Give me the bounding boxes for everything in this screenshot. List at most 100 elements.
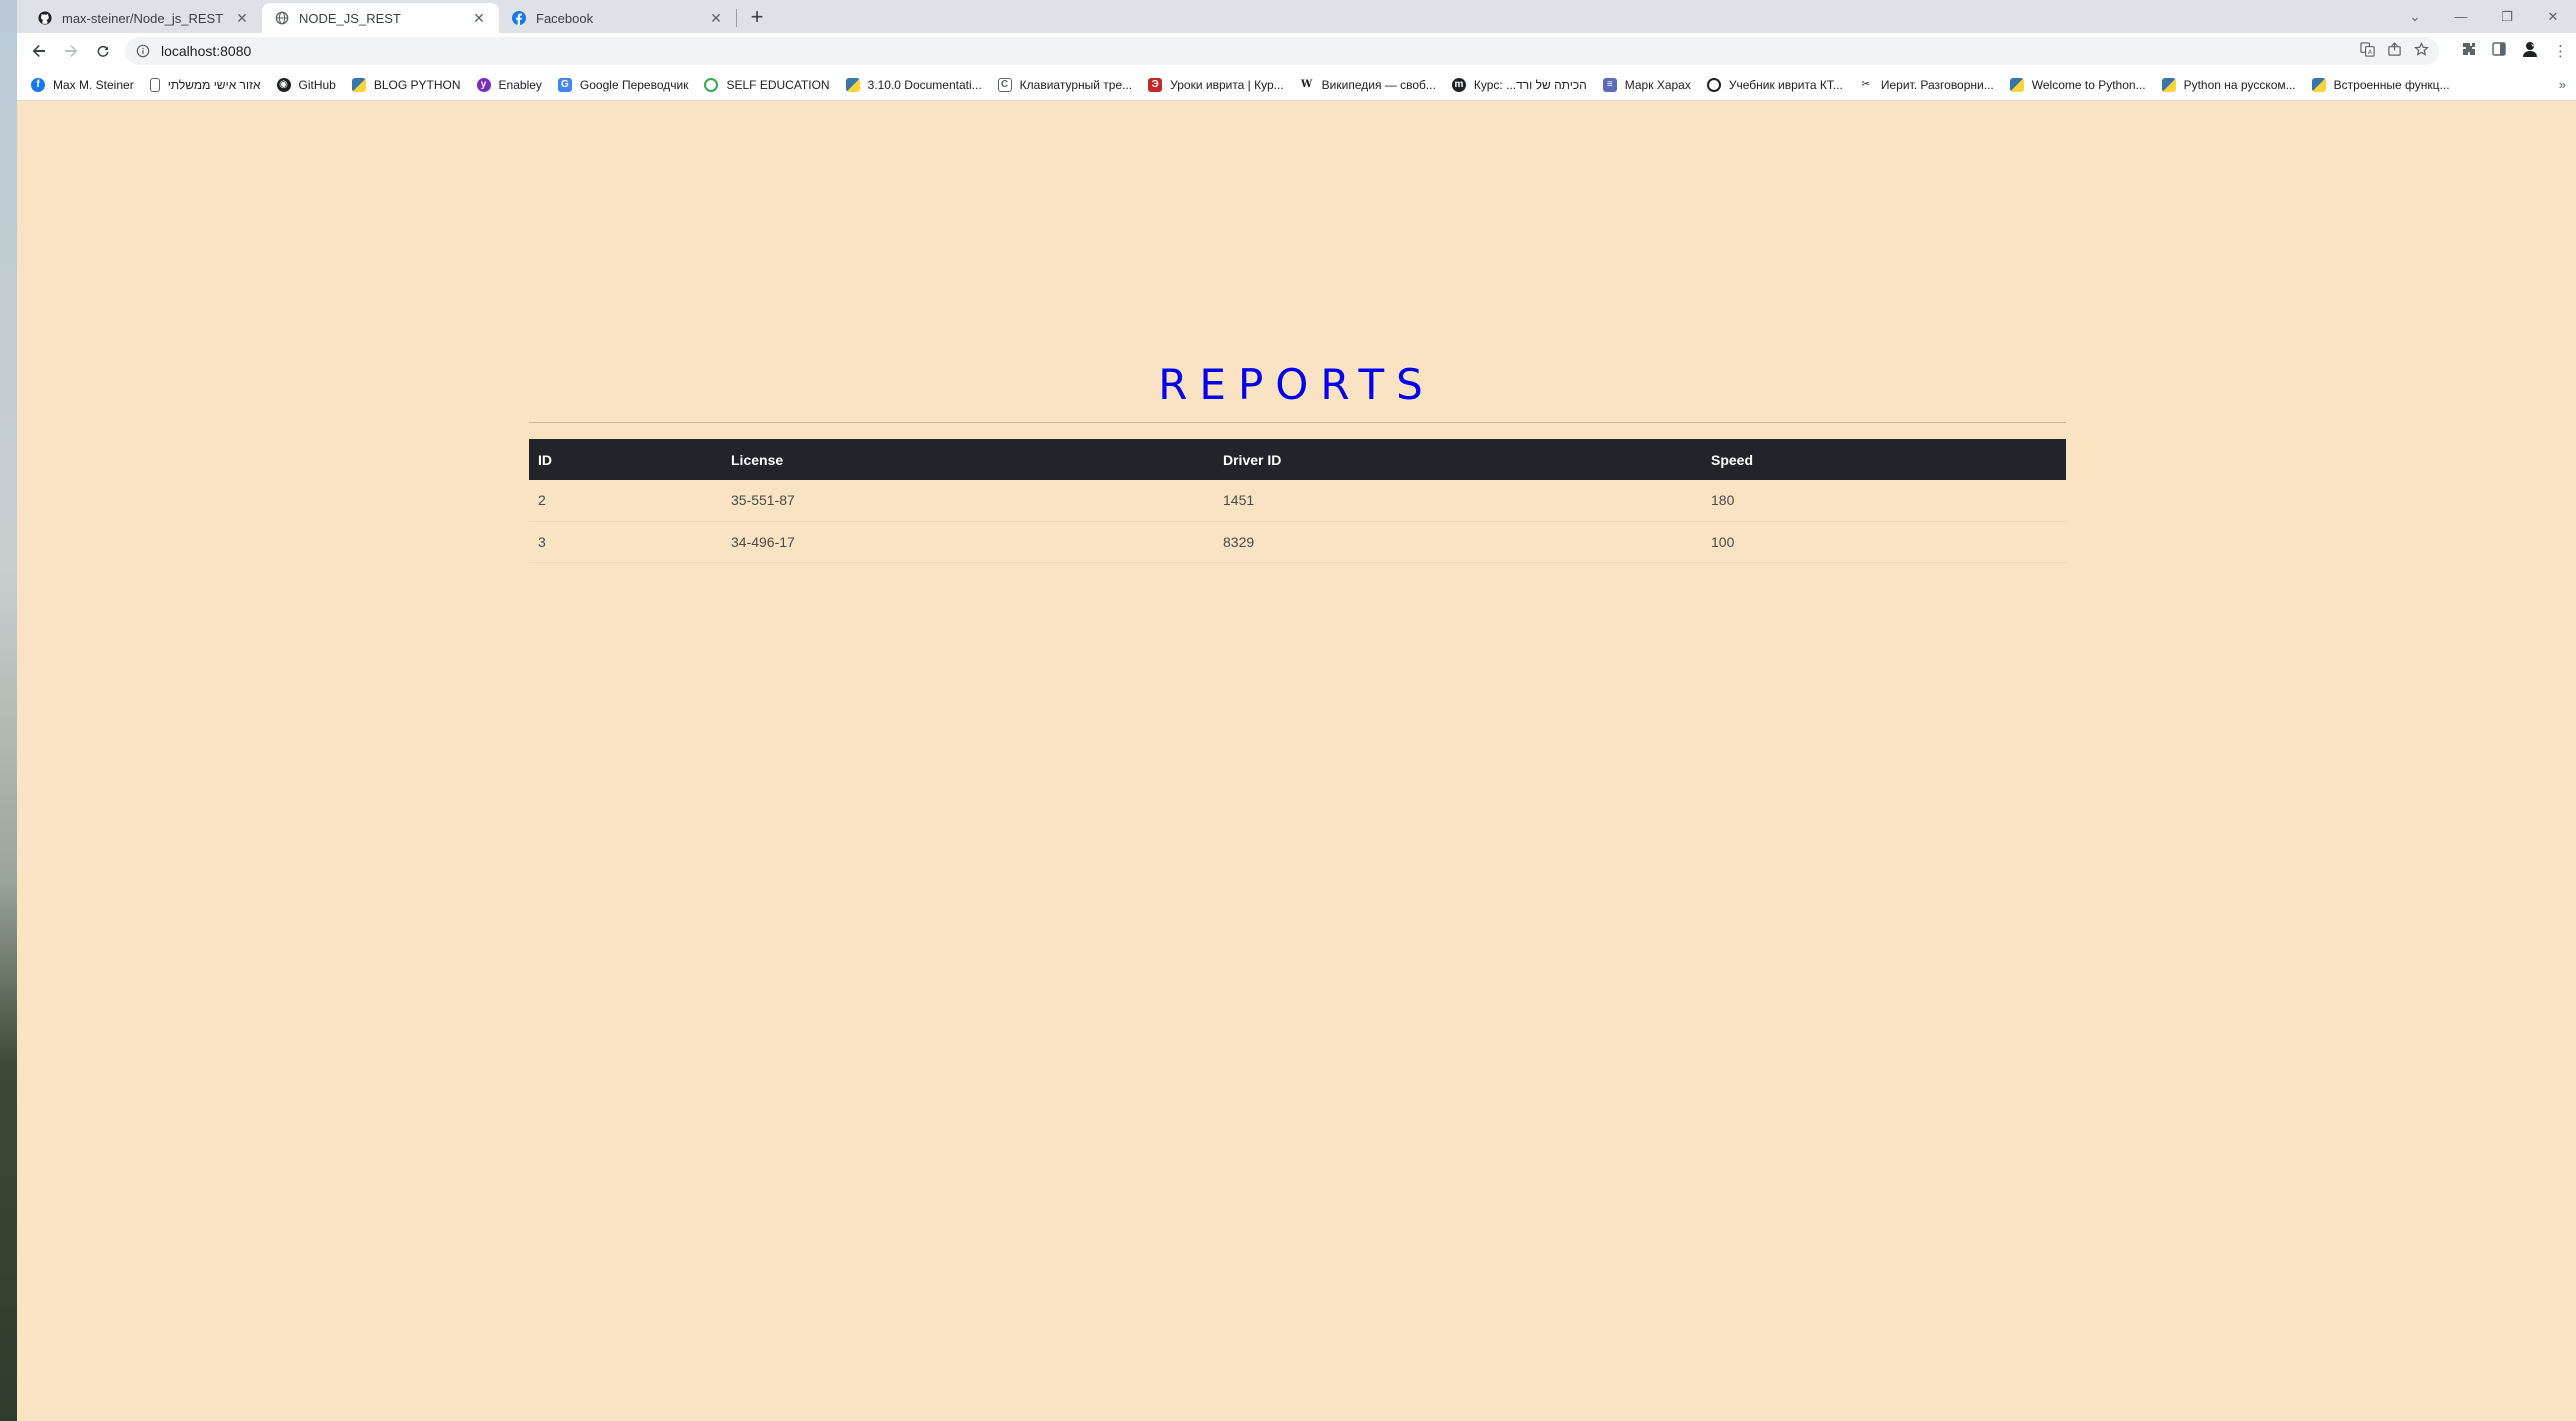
bookmark-item[interactable]: SELF EDUCATION <box>704 77 830 92</box>
wikipedia-icon: W <box>1301 79 1313 90</box>
desktop-background <box>0 0 17 1421</box>
table-row: 3 34-496-17 8329 100 <box>529 521 2066 563</box>
reload-icon[interactable] <box>89 37 117 65</box>
browser-window: max-steiner/Node_js_REST ✕ NODE_JS_REST … <box>17 0 2576 1421</box>
copyright-icon: C <box>997 77 1012 92</box>
bookmark-item[interactable]: Учебник иврита КТ... <box>1706 77 1843 92</box>
bookmark-label: BLOG PYTHON <box>373 77 461 92</box>
bookmark-item[interactable]: ≡ Марк Харах <box>1602 77 1691 92</box>
info-icon[interactable] <box>135 43 151 59</box>
close-icon[interactable]: ✕ <box>708 10 724 26</box>
bookmark-label: Марк Харах <box>1624 77 1691 92</box>
globe-icon <box>1706 77 1721 92</box>
bookmark-item[interactable]: y Enabley <box>476 77 542 92</box>
python-icon <box>2009 77 2024 92</box>
tab-separator <box>736 9 737 27</box>
tab-github[interactable]: max-steiner/Node_js_REST ✕ <box>25 3 262 33</box>
globe-icon <box>704 77 719 92</box>
bookmark-item[interactable]: אזור אישי ממשלתי <box>149 77 261 92</box>
bookmark-item[interactable]: W Википедия — своб... <box>1300 78 1436 92</box>
close-window-icon[interactable]: ✕ <box>2530 9 2576 25</box>
cell-driver-id: 1451 <box>1214 480 1702 522</box>
facebook-icon <box>511 10 527 26</box>
forward-icon[interactable] <box>57 37 85 65</box>
tab-title: NODE_JS_REST <box>299 10 401 26</box>
books-icon: ≡ <box>1602 77 1617 92</box>
cell-speed: 100 <box>1702 521 2066 563</box>
bookmark-item[interactable]: 3.10.0 Documentati... <box>845 77 982 92</box>
bookmarks-overflow-icon[interactable]: » <box>2559 77 2566 92</box>
toolbar-right: ⋮ <box>2461 40 2568 62</box>
bookmark-label: Welcome to Python... <box>2031 77 2146 92</box>
browser-toolbar: localhost:8080 A ⋮ <box>17 33 2576 69</box>
restore-icon[interactable]: ❐ <box>2484 9 2530 25</box>
extensions-icon[interactable] <box>2461 41 2477 61</box>
bookmark-item[interactable]: G Google Переводчик <box>557 77 689 92</box>
bookmark-item[interactable]: f Max M. Steiner <box>31 77 134 92</box>
bookmark-label: Курс: ...הכיתה של ורד <box>1473 77 1587 92</box>
tab-strip: max-steiner/Node_js_REST ✕ NODE_JS_REST … <box>17 0 2576 33</box>
bookmark-label: GitHub <box>298 77 336 92</box>
tab-node-js-rest[interactable]: NODE_JS_REST ✕ <box>262 3 499 33</box>
close-icon[interactable]: ✕ <box>234 10 250 26</box>
translate-icon: G <box>557 77 572 92</box>
bookmark-label: Google Переводчик <box>579 77 689 92</box>
python-icon <box>2161 77 2176 92</box>
bookmark-label: Python на русском... <box>2183 77 2296 92</box>
omnibox-actions: A <box>2360 41 2429 60</box>
facebook-icon: f <box>31 77 45 92</box>
bookmark-item[interactable]: ◉ GitHub <box>276 77 336 92</box>
close-icon[interactable]: ✕ <box>471 10 487 26</box>
table-row: 2 35-551-87 1451 180 <box>529 480 2066 522</box>
svg-text:A: A <box>2368 48 2373 56</box>
side-panel-icon[interactable] <box>2491 41 2507 61</box>
scissors-icon: ✂ <box>1861 79 1871 90</box>
column-header-license: License <box>722 439 1214 480</box>
translate-icon[interactable]: A <box>2360 42 2375 60</box>
share-icon[interactable] <box>2387 42 2402 60</box>
tab-facebook[interactable]: Facebook ✕ <box>499 3 736 33</box>
bookmark-item[interactable]: Welcome to Python... <box>2009 77 2146 92</box>
bookmark-item[interactable]: C Клавиатурный тре... <box>997 77 1132 92</box>
bookmark-label: Википедия — своб... <box>1321 77 1436 92</box>
reports-table: ID License Driver ID Speed 2 35-551-87 1… <box>529 439 2066 563</box>
page-title: REPORTS <box>1158 360 1435 409</box>
bookmark-label: Учебник иврита КТ... <box>1728 77 1843 92</box>
bookmark-label: Уроки иврита | Кур... <box>1170 77 1284 92</box>
cell-speed: 180 <box>1702 480 2066 522</box>
lesson-icon: Э <box>1148 77 1163 92</box>
cell-license: 34-496-17 <box>722 521 1214 563</box>
bookmark-label: Встроенные функц... <box>2333 77 2450 92</box>
github-icon <box>37 10 53 26</box>
bookmark-label: Enabley <box>498 77 542 92</box>
profile-avatar-icon[interactable] <box>2521 40 2539 62</box>
tab-search-icon[interactable]: ⌄ <box>2392 9 2438 25</box>
bookmark-label: Иерит. Разговорни... <box>1880 77 1994 92</box>
menu-kebab-icon[interactable]: ⋮ <box>2553 42 2568 60</box>
column-header-speed: Speed <box>1702 439 2066 480</box>
bookmark-item[interactable]: Встроенные функц... <box>2311 77 2450 92</box>
enabley-icon: y <box>476 77 491 92</box>
python-icon <box>845 77 860 92</box>
bookmark-item[interactable]: Python на русском... <box>2161 77 2296 92</box>
bookmark-label: אזור אישי ממשלתי <box>167 77 261 92</box>
bookmarks-bar: f Max M. Steiner אזור אישי ממשלתי ◉ GitHub… <box>17 69 2576 101</box>
new-tab-button[interactable]: + <box>743 4 771 32</box>
minimize-icon[interactable]: — <box>2438 9 2484 24</box>
bookmark-label: 3.10.0 Documentati... <box>867 77 982 92</box>
bookmark-item[interactable]: m Курс: ...הכיתה של ורד <box>1451 77 1587 92</box>
python-icon <box>2311 77 2326 92</box>
github-icon: ◉ <box>276 77 291 92</box>
tab-title: max-steiner/Node_js_REST <box>62 10 224 26</box>
moodle-icon: m <box>1451 77 1466 92</box>
address-bar[interactable]: localhost:8080 A <box>125 37 2439 65</box>
bookmark-item[interactable]: BLOG PYTHON <box>351 77 461 92</box>
back-icon[interactable] <box>25 37 53 65</box>
cell-license: 35-551-87 <box>722 480 1214 522</box>
column-header-driver-id: Driver ID <box>1214 439 1702 480</box>
cell-id: 3 <box>529 521 722 563</box>
star-icon[interactable] <box>2414 41 2429 60</box>
bookmark-item[interactable]: ✂ Иерит. Разговорни... <box>1859 78 1994 92</box>
bookmark-item[interactable]: Э Уроки иврита | Кур... <box>1148 77 1284 92</box>
window-controls: ⌄ — ❐ ✕ <box>2392 0 2576 33</box>
